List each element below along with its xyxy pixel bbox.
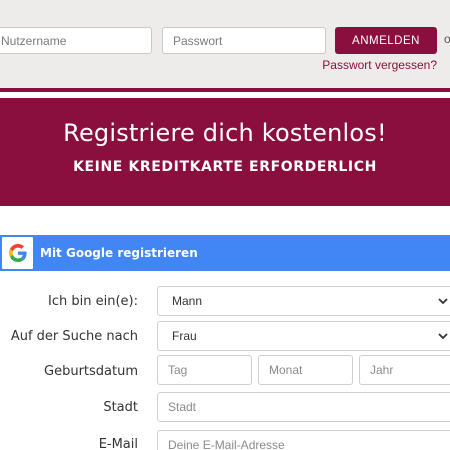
- signup-banner: Registriere dich kostenlos! KEINE KREDIT…: [0, 98, 450, 206]
- banner-subtitle: KEINE KREDITKARTE ERFORDERLICH: [73, 159, 377, 175]
- login-extra-text: o: [444, 32, 450, 46]
- birth-year-input[interactable]: [359, 355, 450, 385]
- city-input[interactable]: [157, 392, 450, 422]
- gender-value: Mann: [172, 294, 203, 308]
- birth-day-input[interactable]: [157, 355, 252, 385]
- email-input[interactable]: [157, 430, 450, 450]
- birthdate-label: Geburtsdatum: [44, 364, 138, 379]
- google-icon: [2, 237, 33, 269]
- login-bar: ANMELDEN o Passwort vergessen?: [0, 0, 450, 88]
- username-input[interactable]: [0, 27, 152, 54]
- forgot-password-link[interactable]: Passwort vergessen?: [322, 58, 437, 72]
- banner-title: Registriere dich kostenlos!: [63, 119, 387, 147]
- seeking-value: Frau: [172, 329, 197, 343]
- seeking-select[interactable]: Frau: [157, 321, 450, 351]
- google-signup-button[interactable]: Mit Google registrieren: [0, 235, 450, 271]
- google-signup-label: Mit Google registrieren: [40, 246, 198, 260]
- city-label: Stadt: [103, 400, 138, 415]
- password-input[interactable]: [162, 27, 326, 54]
- login-button[interactable]: ANMELDEN: [335, 27, 437, 54]
- gender-select[interactable]: Mann: [157, 286, 450, 316]
- chevron-down-icon: [438, 333, 448, 340]
- email-label: E-Mail: [98, 437, 138, 450]
- seeking-label: Auf der Suche nach: [10, 329, 138, 344]
- gender-label: Ich bin ein(e):: [48, 294, 138, 309]
- chevron-down-icon: [438, 298, 448, 305]
- birth-month-input[interactable]: [258, 355, 353, 385]
